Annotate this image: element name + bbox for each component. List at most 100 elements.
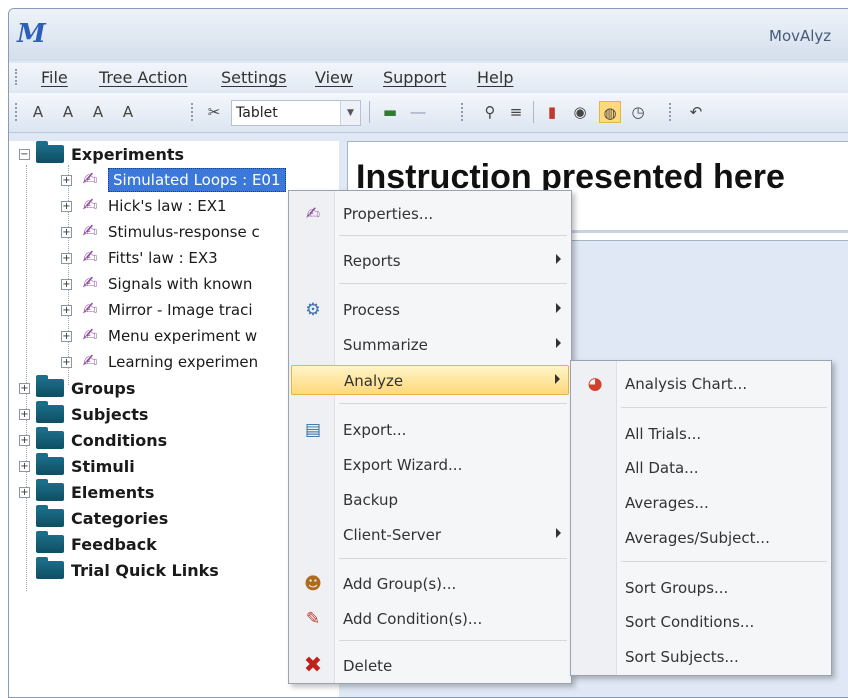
menu-file[interactable]: File: [41, 68, 68, 87]
device-combo[interactable]: Tablet ▼: [231, 100, 361, 126]
tree-node-feedback[interactable]: Feedback: [36, 531, 157, 557]
tree-node-experiment[interactable]: + ✍ Learning experimen: [61, 349, 258, 375]
tree-node-experiment[interactable]: + ✍ Signals with known: [61, 271, 252, 297]
submenu-item-averages-subject[interactable]: Averages/Subject...: [573, 523, 829, 553]
expand-icon[interactable]: +: [61, 226, 72, 238]
chart-bars-icon[interactable]: ▮: [541, 101, 563, 123]
toolbar-separator: [369, 101, 370, 123]
menu-item-summarize[interactable]: Summarize: [291, 330, 569, 360]
tree-node-experiments[interactable]: − Experiments: [19, 141, 184, 167]
font-size-2-icon[interactable]: A: [57, 101, 79, 123]
tree-node-experiment[interactable]: + ✍ Menu experiment w: [61, 323, 257, 349]
menu-item-export[interactable]: ▤ Export...: [291, 415, 569, 445]
tree-node-conditions[interactable]: + Conditions: [19, 427, 167, 453]
menu-tree-action[interactable]: Tree Action: [99, 68, 188, 87]
tree-node-subjects[interactable]: + Subjects: [19, 401, 148, 427]
menu-item-label: Properties...: [343, 205, 434, 223]
tree-node-experiment[interactable]: + ✍ Fitts' law : EX3: [61, 245, 218, 271]
experiment-pen-icon: ✍: [82, 325, 98, 346]
gear-icon: ⚙: [305, 300, 321, 320]
font-size-4-icon[interactable]: A: [117, 101, 139, 123]
menu-item-backup[interactable]: Backup: [291, 485, 569, 515]
tree-node-experiment[interactable]: + ✍ Mirror - Image traci: [61, 297, 253, 323]
filter-icon[interactable]: ≡: [505, 101, 527, 123]
font-size-1-icon[interactable]: A: [27, 101, 49, 123]
menu-separator: [339, 558, 567, 559]
clock-icon[interactable]: ◷: [627, 101, 649, 123]
tree-node-categories[interactable]: Categories: [36, 505, 168, 531]
tree-node-trial-quick-links[interactable]: Trial Quick Links: [36, 557, 219, 583]
delete-icon: ✖: [303, 653, 323, 678]
analyze-submenu: ◕ Analysis Chart... All Trials... All Da…: [570, 360, 832, 676]
submenu-item-all-data[interactable]: All Data...: [573, 453, 829, 483]
menu-item-analyze[interactable]: Analyze: [291, 365, 569, 395]
expand-icon[interactable]: +: [61, 304, 72, 316]
toolbar-grip-2[interactable]: [191, 103, 194, 121]
submenu-item-sort-conditions[interactable]: Sort Conditions...: [573, 607, 829, 637]
submenu-item-analysis-chart[interactable]: ◕ Analysis Chart...: [573, 369, 829, 399]
menu-item-label: Analysis Chart...: [625, 375, 748, 393]
collapse-icon[interactable]: −: [19, 148, 30, 160]
menu-item-label: Summarize: [343, 336, 428, 354]
expand-icon[interactable]: +: [19, 486, 30, 498]
globe-icon[interactable]: ◍: [599, 101, 621, 123]
toolbar-grip[interactable]: [15, 103, 18, 121]
expand-icon[interactable]: +: [61, 278, 72, 290]
undo-icon[interactable]: ↶: [685, 101, 707, 123]
expand-icon[interactable]: +: [61, 252, 72, 264]
toolbar-grip-4[interactable]: [669, 103, 672, 121]
toolbar-grip-3[interactable]: [461, 103, 464, 121]
expand-icon[interactable]: +: [61, 174, 72, 186]
menu-item-process[interactable]: ⚙ Process: [291, 295, 569, 325]
menu-item-delete[interactable]: ✖ Delete: [291, 651, 569, 681]
menu-item-client-server[interactable]: Client-Server: [291, 520, 569, 550]
folder-icon: [36, 505, 64, 527]
line-icon[interactable]: ―: [407, 101, 429, 123]
tree-node-experiment[interactable]: + ✍ Hick's law : EX1: [61, 193, 227, 219]
menu-bar: File Tree Action Settings View Support H…: [9, 63, 848, 91]
menu-item-add-conditions[interactable]: ✎ Add Condition(s)...: [291, 604, 569, 634]
submenu-item-all-trials[interactable]: All Trials...: [573, 419, 829, 449]
signal-icon[interactable]: ▬: [379, 101, 401, 123]
menu-item-label: Analyze: [344, 372, 404, 390]
menu-view[interactable]: View: [315, 68, 353, 87]
menu-support[interactable]: Support: [383, 68, 446, 87]
tree-node-experiment[interactable]: + ✍ Stimulus-response c: [61, 219, 260, 245]
menubar-grip[interactable]: [15, 69, 18, 85]
toolbar: A A A A ✂ Tablet ▼ ▬ ― ⚲ ≡ ▮ ◉ ◍ ◷ ↶: [9, 93, 848, 133]
menu-item-label: Add Group(s)...: [343, 575, 457, 593]
menu-settings[interactable]: Settings: [221, 68, 287, 87]
menu-separator: [339, 403, 567, 404]
menu-item-label: Add Condition(s)...: [343, 610, 483, 628]
menu-help[interactable]: Help: [477, 68, 513, 87]
submenu-item-sort-groups[interactable]: Sort Groups...: [573, 573, 829, 603]
tree-node-experiment[interactable]: + ✍ Simulated Loops : E01: [61, 167, 286, 193]
expand-icon[interactable]: +: [19, 408, 30, 420]
chevron-down-icon[interactable]: ▼: [340, 101, 360, 125]
font-size-3-icon[interactable]: A: [87, 101, 109, 123]
tree-node-label: Hick's law : EX1: [108, 197, 227, 215]
menu-separator: [339, 235, 567, 236]
expand-icon[interactable]: +: [19, 434, 30, 446]
title-bar: M MovAlyz: [9, 9, 848, 61]
expand-icon[interactable]: +: [19, 460, 30, 472]
tools-icon[interactable]: ✂: [203, 101, 225, 123]
submenu-arrow-icon: [555, 374, 560, 384]
tree-node-elements[interactable]: + Elements: [19, 479, 154, 505]
menu-item-add-groups[interactable]: ☻ Add Group(s)...: [291, 569, 569, 599]
expand-icon[interactable]: +: [61, 200, 72, 212]
context-menu: ✍ Properties... Reports ⚙ Process Summar…: [288, 190, 572, 684]
expand-icon[interactable]: +: [61, 330, 72, 342]
tree-node-stimuli[interactable]: + Stimuli: [19, 453, 135, 479]
binoculars-icon[interactable]: ⚲: [479, 101, 501, 123]
tree-node-groups[interactable]: + Groups: [19, 375, 135, 401]
menu-item-properties[interactable]: ✍ Properties...: [291, 199, 569, 229]
submenu-item-averages[interactable]: Averages...: [573, 488, 829, 518]
menu-item-reports[interactable]: Reports: [291, 246, 569, 276]
expand-icon[interactable]: +: [19, 382, 30, 394]
eye-icon[interactable]: ◉: [569, 101, 591, 123]
submenu-item-sort-subjects[interactable]: Sort Subjects...: [573, 642, 829, 672]
menu-item-export-wizard[interactable]: Export Wizard...: [291, 450, 569, 480]
experiment-pen-icon: ✍: [82, 169, 98, 190]
expand-icon[interactable]: +: [61, 356, 72, 368]
